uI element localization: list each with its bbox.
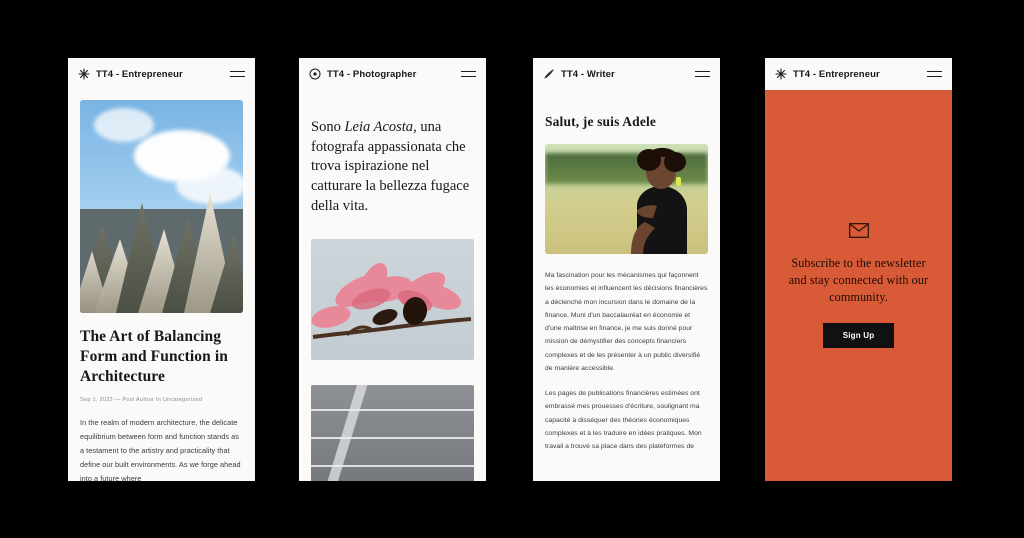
asterisk-icon [774,68,787,81]
newsletter-panel: Subscribe to the newsletter and stay con… [765,90,952,481]
site-title: TT4 - Writer [561,68,615,80]
post-title: The Art of Balancing Form and Function i… [80,328,228,385]
phone-mockup-photographer: TT4 - Photographer Sono Leia Acosta, una… [299,58,486,481]
featured-image-architecture [80,100,243,313]
sign-up-button[interactable]: Sign Up [822,323,895,349]
site-header: TT4 - Entrepreneur [765,58,952,90]
post-meta: Sep 1, 2023 — Post Author In Uncategoriz… [80,397,203,404]
site-title: TT4 - Entrepreneur [96,68,183,80]
phone-mockup-newsletter: TT4 - Entrepreneur Subscribe to the news… [765,58,952,481]
writer-paragraph-one: Ma fascination pour les mécanismes qui f… [545,272,708,372]
site-branding[interactable]: TT4 - Writer [542,68,615,81]
site-branding[interactable]: TT4 - Entrepreneur [774,68,880,81]
photographer-name: Leia Acosta [344,119,414,135]
writer-greeting: Salut, je suis Adele [545,114,657,129]
site-branding[interactable]: TT4 - Entrepreneur [77,68,183,81]
site-branding[interactable]: TT4 - Photographer [308,68,416,81]
screenshot-stage: TT4 - Entrepreneur The Art of Balancing … [0,0,1024,538]
asterisk-icon [77,68,90,81]
gallery-image-magnolia [311,238,474,360]
newsletter-message: Subscribe to the newsletter and stay con… [788,255,929,305]
photographer-intro: Sono Leia Acosta, una fotografa appassio… [299,90,486,217]
phone-mockup-writer: TT4 - Writer Salut, je suis Adele Ma fas… [533,58,720,481]
hamburger-menu-icon[interactable] [695,68,710,80]
hamburger-menu-icon[interactable] [230,68,245,80]
intro-prefix: Sono [311,119,345,135]
gallery-image-stairs [311,384,474,481]
envelope-icon [848,222,869,243]
aperture-icon [308,68,321,81]
pen-icon [542,68,555,81]
author-portrait [545,144,708,254]
site-header: TT4 - Writer [533,58,720,90]
site-header: TT4 - Entrepreneur [68,58,255,90]
site-title: TT4 - Photographer [327,68,417,80]
hamburger-menu-icon[interactable] [927,68,942,80]
site-header: TT4 - Photographer [299,58,486,90]
post-content: The Art of Balancing Form and Function i… [68,327,255,481]
hamburger-menu-icon[interactable] [461,68,476,80]
post-excerpt: In the realm of modern architecture, the… [80,418,241,481]
phone-mockup-entrepreneur-post: TT4 - Entrepreneur The Art of Balancing … [68,58,255,481]
writer-paragraph-two: Les pages de publications financières es… [545,390,702,450]
featured-image-wrap [68,90,255,313]
site-title: TT4 - Entrepreneur [793,68,880,80]
